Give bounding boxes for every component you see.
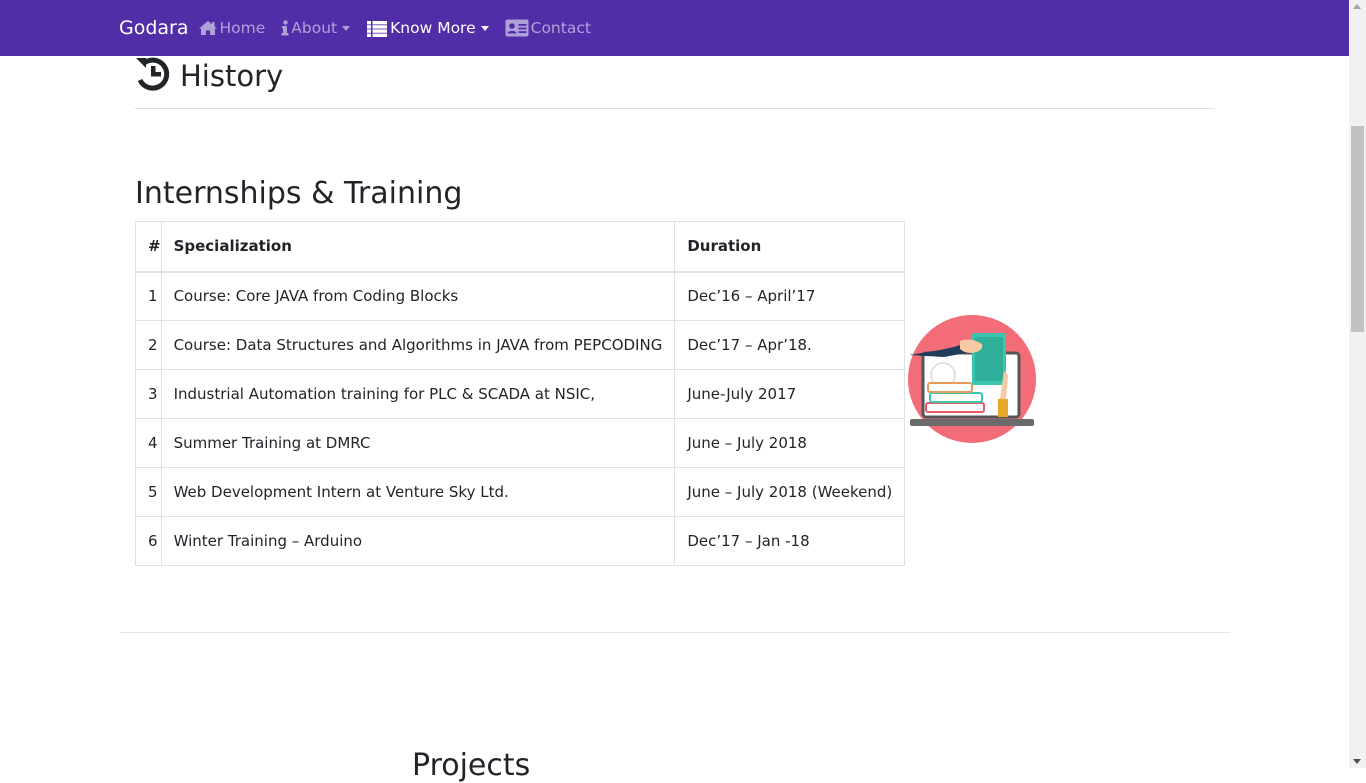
section-divider [120,632,1230,633]
row-specialization: Course: Data Structures and Algorithms i… [160,320,676,370]
column-header-duration: Duration [674,221,906,273]
history-divider [135,108,1215,109]
row-duration: June – July 2018 (Weekend) [674,467,906,517]
info-icon [281,20,289,36]
table-row: 5 Web Development Intern at Venture Sky … [135,467,906,517]
history-icon [134,55,172,97]
history-heading: History [134,56,283,96]
home-icon [198,20,218,36]
scroll-up-arrow-icon[interactable] [1353,4,1361,9]
row-number: 5 [135,467,162,517]
row-duration: June – July 2018 [674,418,906,468]
table-header-row: # Specialization Duration [135,221,906,273]
brand-link[interactable]: Godara [119,17,189,39]
table-row: 1 Course: Core JAVA from Coding Blocks D… [135,271,906,321]
row-number: 6 [135,516,162,566]
row-number: 3 [135,369,162,419]
caret-down-icon [480,25,489,31]
nav-contact-link[interactable]: Contact [505,19,591,37]
table-row: 4 Summer Training at DMRC June – July 20… [135,418,906,468]
nav-contact-label: Contact [530,19,591,37]
table-row: 6 Winter Training – Arduino Dec’17 – Jan… [135,516,906,566]
column-header-number: # [135,221,162,273]
nav-about-label: About [291,19,338,37]
scrollbar-thumb[interactable] [1351,126,1364,332]
row-duration: Dec’16 – April’17 [674,271,906,321]
caret-down-icon [342,25,351,31]
navbar: Godara Home About Know More Contact [0,0,1349,56]
nav-home-label: Home [219,19,266,37]
row-specialization: Course: Core JAVA from Coding Blocks [160,271,676,321]
row-specialization: Summer Training at DMRC [160,418,676,468]
nav-home-link[interactable]: Home [198,19,266,37]
row-specialization: Industrial Automation training for PLC &… [160,369,676,419]
column-header-specialization: Specialization [160,221,676,273]
scroll-down-arrow-icon[interactable] [1353,759,1361,764]
row-duration: June-July 2017 [674,369,906,419]
row-duration: Dec’17 – Apr’18. [674,320,906,370]
list-icon [366,20,388,37]
nav-about-dropdown[interactable]: About [281,19,351,37]
row-number: 4 [135,418,162,468]
table-row: 2 Course: Data Structures and Algorithms… [135,320,906,370]
row-specialization: Web Development Intern at Venture Sky Lt… [160,467,676,517]
nav-know-more-dropdown[interactable]: Know More [366,19,489,37]
internships-title: Internships & Training [135,176,463,211]
row-number: 2 [135,320,162,370]
online-learning-illustration [906,313,1038,445]
training-table: # Specialization Duration 1 Course: Core… [135,221,906,566]
address-card-icon [505,19,529,37]
history-title: History [180,59,284,93]
scrollbar[interactable] [1349,0,1366,768]
nav-know-more-label: Know More [390,19,476,37]
row-duration: Dec’17 – Jan -18 [674,516,906,566]
row-number: 1 [135,271,162,321]
table-row: 3 Industrial Automation training for PLC… [135,369,906,419]
row-specialization: Winter Training – Arduino [160,516,676,566]
projects-title: Projects [412,748,531,783]
